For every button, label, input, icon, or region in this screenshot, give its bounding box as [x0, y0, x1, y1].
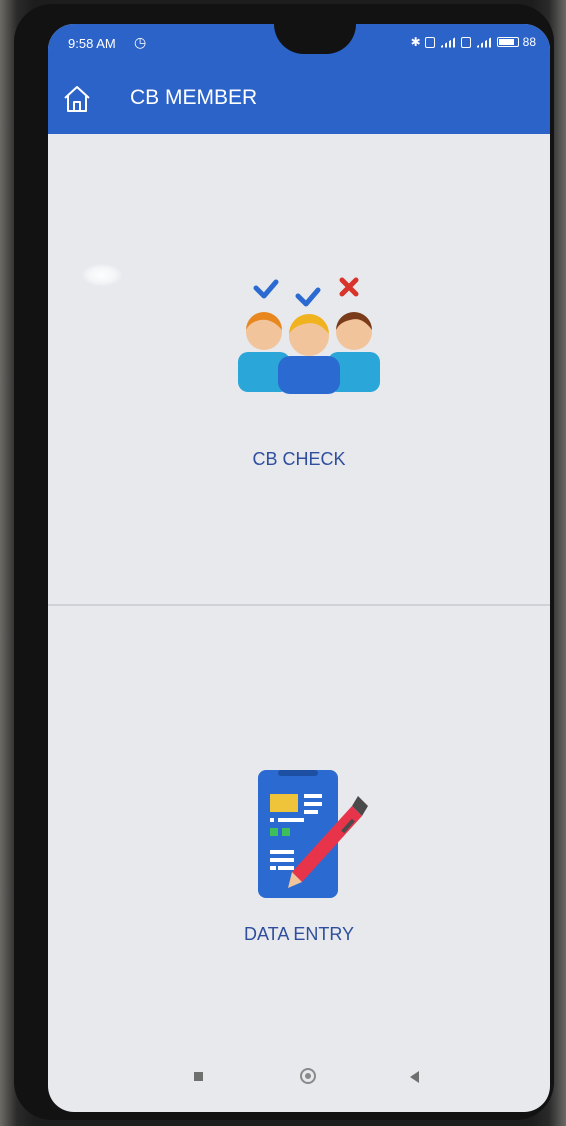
- phone-form-pen-icon: [258, 770, 368, 898]
- status-time: 9:58 AM: [68, 36, 116, 51]
- status-icons: ✱ 88: [411, 35, 536, 49]
- sim2-icon: [460, 36, 471, 48]
- home-dot: [305, 1073, 311, 1079]
- cb-check-tile[interactable]: CB CHECK: [48, 134, 550, 604]
- bluetooth-icon: ✱: [410, 35, 421, 49]
- circle-home-icon[interactable]: [300, 1068, 316, 1084]
- data-entry-label: DATA ENTRY: [243, 924, 355, 944]
- phone-frame: 9:58 AM ◷ ✱ 88 CB MEMBER CB CHECK DATA E…: [14, 4, 554, 1120]
- triangle-back-icon[interactable]: [410, 1071, 419, 1083]
- alarm-clock-icon: ◷: [134, 34, 147, 50]
- home-icon[interactable]: [62, 84, 92, 114]
- battery-icon: [496, 37, 519, 47]
- app-bar: 9:58 AM ◷ ✱ 88 CB MEMBER: [48, 24, 550, 134]
- sim1-icon: [424, 36, 435, 48]
- signal1-icon: [438, 36, 457, 48]
- people-check-icon: [238, 277, 380, 394]
- square-recent-icon[interactable]: [194, 1072, 203, 1081]
- data-entry-tile[interactable]: DATA ENTRY: [48, 606, 550, 1036]
- app-screen: 9:58 AM ◷ ✱ 88 CB MEMBER CB CHECK DATA E…: [48, 24, 550, 1112]
- cb-check-label: CB CHECK: [252, 449, 346, 469]
- camera-notch: [274, 24, 356, 54]
- signal2-icon: [474, 36, 493, 48]
- android-nav-bar: [48, 1042, 550, 1112]
- app-title: CB MEMBER: [130, 86, 258, 109]
- battery-level: 88: [522, 35, 536, 49]
